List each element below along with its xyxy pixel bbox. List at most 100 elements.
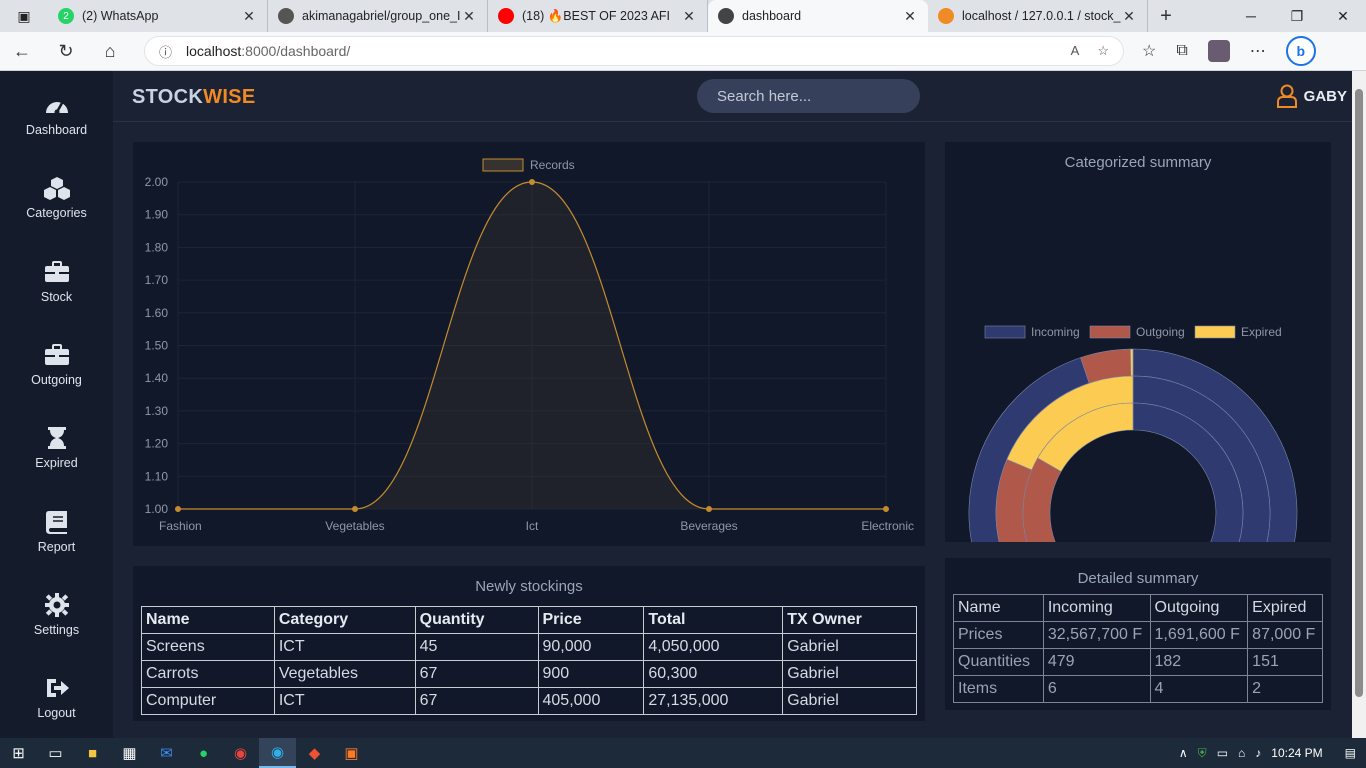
browser-tab-3[interactable]: dashboard ✕ (708, 0, 928, 32)
y-tick-label: 1.10 (145, 469, 169, 483)
xampp-icon[interactable]: ▣ (333, 738, 370, 768)
user-menu[interactable]: GABY (1276, 84, 1347, 108)
read-aloud-icon[interactable]: A (1071, 43, 1080, 59)
x-tick-label: Ict (526, 519, 539, 533)
tab-close-button[interactable]: ✕ (461, 8, 477, 25)
store-icon[interactable]: ▦ (111, 738, 148, 768)
sidebar-item-expired[interactable]: Expired (0, 426, 113, 470)
tab-close-button[interactable]: ✕ (241, 8, 257, 25)
table-cell: ICT (273, 633, 416, 661)
app-root: Dashboard Categories Stock Outgoing Expired R… (0, 71, 1352, 738)
table-cell: Carrots (141, 660, 275, 688)
sidebar-item-logout[interactable]: Logout (0, 676, 113, 720)
table-cell: Gabriel (782, 660, 917, 688)
file-explorer-icon[interactable]: ■ (74, 738, 111, 768)
data-point (883, 506, 889, 512)
tab-close-button[interactable]: ✕ (1121, 8, 1137, 25)
page-scrollbar[interactable] (1352, 71, 1366, 738)
back-icon[interactable]: ← (0, 41, 44, 62)
url-input[interactable]: ⓘ localhost:8000/dashboard/ A ☆ (144, 36, 1124, 66)
legend-swatch (984, 325, 1026, 339)
table-cell: 182 (1149, 648, 1249, 676)
table-cell: 60,300 (643, 660, 784, 688)
minimize-button[interactable]: ─ (1228, 8, 1274, 25)
task-view-icon[interactable]: ▭ (37, 738, 74, 768)
whatsapp-icon[interactable]: ● (185, 738, 222, 768)
table-row: Prices 32,567,700 F 1,691,600 F 87,000 F (953, 621, 1323, 649)
search-input[interactable] (697, 79, 920, 113)
whatsapp-icon: 2 (58, 8, 74, 24)
clock[interactable]: 10:24 PM (1271, 746, 1322, 760)
records-line-chart: 1.00 1.10 1.20 1.30 1.40 1.50 1.60 1.70 1.80 1.90… (145, 158, 914, 533)
legend-label: Incoming (1031, 325, 1080, 339)
data-point (175, 506, 181, 512)
battery-icon[interactable]: ▭ (1217, 746, 1228, 760)
sidebar-item-outgoing[interactable]: Outgoing (0, 343, 113, 387)
book-icon (45, 510, 67, 534)
new-tab-button[interactable]: + (1148, 5, 1184, 28)
scrollbar-thumb[interactable] (1355, 89, 1363, 697)
add-favorite-icon[interactable]: ☆ (1097, 43, 1109, 59)
home-icon[interactable]: ⌂ (88, 41, 132, 62)
start-icon[interactable]: ⊞ (0, 738, 37, 768)
network-icon[interactable]: ⌂ (1238, 746, 1245, 760)
maximize-button[interactable]: ❐ (1274, 8, 1320, 25)
table-cell: 4,050,000 (643, 633, 784, 661)
browser-tab-bar: ▣ 2 (2) WhatsApp ✕ akimanagabriel/group_one… (0, 0, 1366, 32)
sidebar-item-categories[interactable]: Categories (0, 176, 113, 220)
url-path: :8000/dashboard/ (241, 43, 351, 59)
data-point (706, 506, 712, 512)
tab-title: akimanagabriel/group_one_Ir (302, 9, 461, 23)
profile-avatar[interactable] (1207, 40, 1230, 62)
detailed-summary-title: Detailed summary (1077, 570, 1199, 587)
security-icon[interactable]: ⛨ (1198, 746, 1207, 761)
column-header: TX Owner (782, 606, 917, 634)
more-menu-icon[interactable]: ⋯ (1250, 41, 1266, 61)
browser-tab-2[interactable]: (18) 🔥BEST OF 2023 AFI ✕ (488, 0, 708, 32)
site-info-icon[interactable]: ⓘ (159, 42, 172, 61)
legend-swatch (1089, 325, 1131, 339)
collections-icon[interactable]: ⧉ (1176, 42, 1187, 60)
browser-tab-4[interactable]: localhost / 127.0.0.1 / stock_m ✕ (928, 0, 1148, 32)
mail-icon[interactable]: ✉ (148, 738, 185, 768)
tab-title: localhost / 127.0.0.1 / stock_m (962, 9, 1121, 23)
browser-tab-1[interactable]: akimanagabriel/group_one_Ir ✕ (268, 0, 488, 32)
sidebar-item-report[interactable]: Report (0, 510, 113, 554)
tray-chevron-icon[interactable]: ∧ (1179, 746, 1188, 760)
git-icon[interactable]: ◆ (296, 738, 333, 768)
x-tick-label: Fashion (159, 519, 202, 533)
bing-icon[interactable]: b (1285, 36, 1316, 66)
table-cell: Gabriel (782, 633, 917, 661)
table-cell: Quantities (953, 648, 1044, 676)
refresh-icon[interactable]: ↻ (44, 41, 88, 62)
data-point (529, 179, 535, 185)
notifications-icon[interactable]: ▤ (1345, 746, 1356, 760)
sidebar-item-settings[interactable]: Settings (0, 592, 113, 637)
sidebar-item-dashboard[interactable]: Dashboard (0, 93, 113, 137)
legend-swatch (482, 158, 524, 172)
chrome-icon[interactable]: ◉ (222, 738, 259, 768)
sidebar-item-label: Stock (40, 289, 73, 304)
edge-icon[interactable]: ◉ (259, 738, 296, 768)
table-cell: Items (953, 675, 1044, 703)
table-cell: Computer (141, 687, 275, 715)
tab-close-button[interactable]: ✕ (681, 8, 697, 25)
table-cell: 90,000 (537, 633, 645, 661)
table-cell: Prices (953, 621, 1044, 649)
favorites-icon[interactable]: ☆ (1142, 41, 1156, 61)
column-header: Total (643, 606, 784, 634)
x-tick-label: Electronic (861, 519, 914, 533)
table-cell: 2 (1247, 675, 1323, 703)
close-window-button[interactable]: ✕ (1320, 8, 1366, 25)
browser-tab-0[interactable]: 2 (2) WhatsApp ✕ (48, 0, 268, 32)
sidebar-item-stock[interactable]: Stock (0, 260, 113, 304)
tab-title: (2) WhatsApp (82, 9, 159, 23)
tab-close-button[interactable]: ✕ (902, 8, 918, 25)
brand-logo[interactable]: STOCKWISE (132, 86, 255, 109)
tab-actions-icon[interactable]: ▣ (0, 0, 48, 32)
volume-icon[interactable]: ♪ (1255, 746, 1261, 760)
legend-label: Records (530, 158, 575, 172)
table-cell: 1,691,600 F (1149, 621, 1249, 649)
table-cell: 27,135,000 (643, 687, 784, 715)
brand-part1: STOCK (132, 86, 204, 108)
